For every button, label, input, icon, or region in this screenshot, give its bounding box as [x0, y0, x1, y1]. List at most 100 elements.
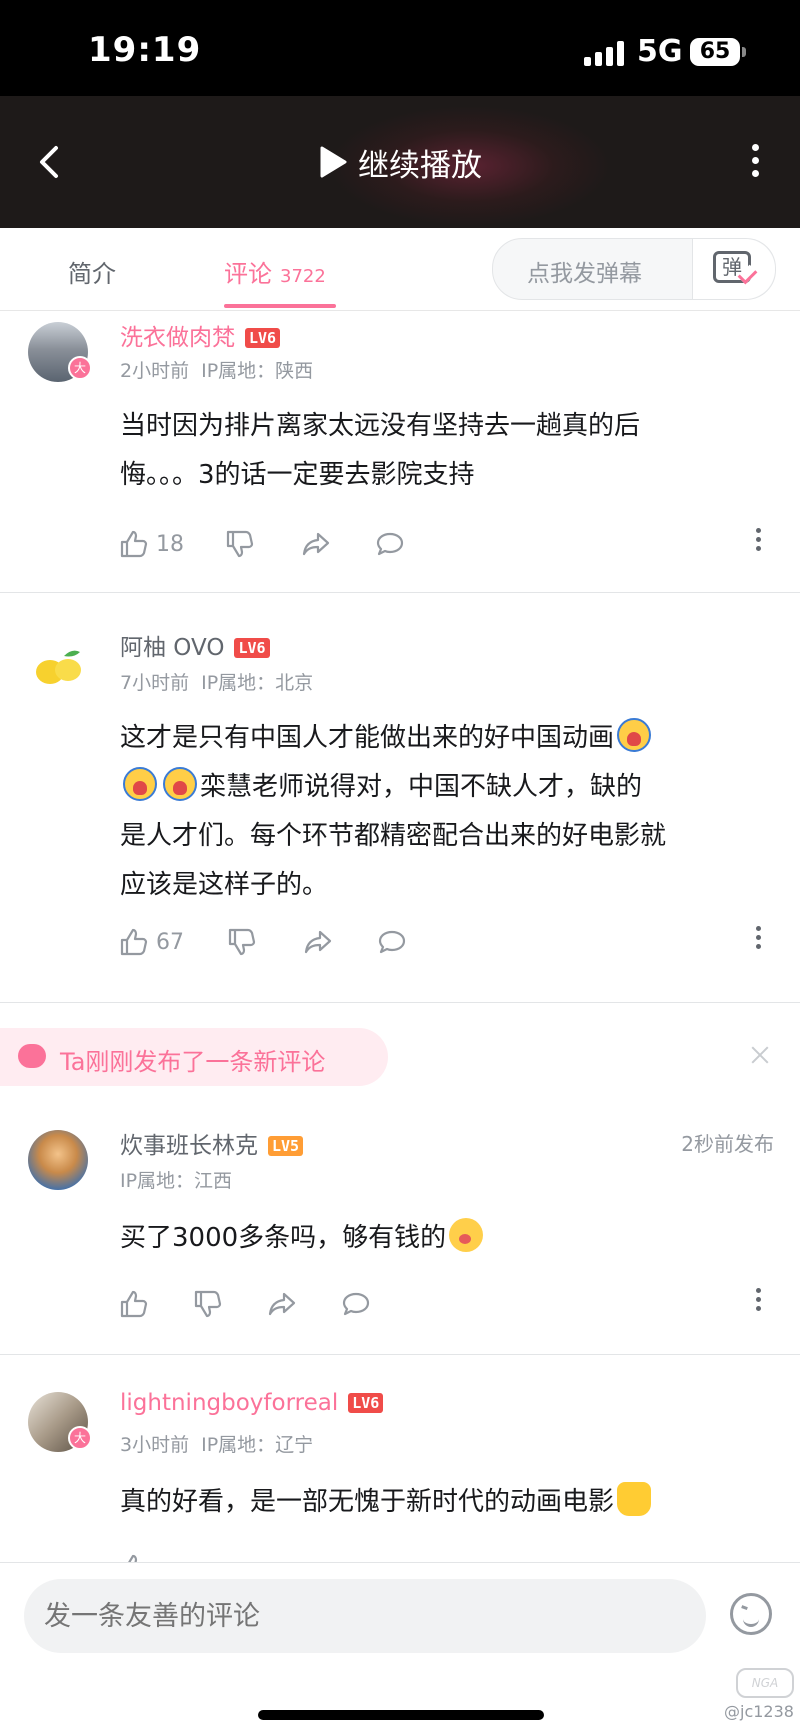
- level-badge: LV6: [245, 328, 281, 348]
- thumbs-down-icon: [228, 928, 256, 956]
- new-comment-notice[interactable]: Ta刚刚发布了一条新评论: [0, 1028, 388, 1086]
- username-text: 炊事班长林克: [120, 1133, 258, 1159]
- more-options-icon[interactable]: [748, 144, 762, 184]
- dislike-button[interactable]: [226, 922, 258, 962]
- reply-button[interactable]: [340, 1284, 372, 1324]
- comment-line-text: 买了3000多条吗，够有钱的: [120, 1223, 447, 1253]
- thumbs-up-icon: [120, 1290, 148, 1318]
- dislike-button[interactable]: [192, 1284, 224, 1324]
- share-icon: [304, 930, 332, 954]
- crying-emoji-icon: [163, 767, 197, 801]
- reply-button[interactable]: [376, 922, 408, 962]
- status-time: 19:19: [88, 30, 202, 70]
- comment-line-text: 栾慧老师说得对，中国不缺人才，缺的: [200, 772, 643, 802]
- watermark-logo: NGA: [736, 1668, 794, 1698]
- tab-intro[interactable]: 简介: [68, 254, 116, 289]
- watermark-handle: @jc1238: [724, 1702, 794, 1721]
- posted-time: 2秒前发布: [681, 1132, 774, 1156]
- comment-ip: IP属地：江西: [120, 1170, 233, 1192]
- divider: [0, 1002, 800, 1003]
- username-text: lightningboyforreal: [120, 1390, 339, 1416]
- comment-meta: IP属地：江西: [120, 1166, 232, 1193]
- divider: [0, 1354, 800, 1355]
- comment-line: 应该是这样子的。: [120, 870, 329, 900]
- like-button[interactable]: 18: [118, 524, 184, 564]
- level-badge: LV6: [348, 1393, 384, 1413]
- like-button[interactable]: [118, 1284, 150, 1324]
- comment-item: 阿柚 OVO LV6 7小时前 IP属地：北京 这才是只有中国人才能做出来的好中国动…: [0, 622, 800, 1002]
- comment-count: 3722: [280, 266, 326, 287]
- comment-text: 买了3000多条吗，够有钱的: [120, 1214, 770, 1263]
- comment-ip: IP属地：陕西: [201, 360, 314, 382]
- like-button[interactable]: [118, 1548, 150, 1562]
- thumbs-up-emoji-icon: [617, 1482, 652, 1516]
- thumbs-up-icon: [128, 1554, 138, 1562]
- comment-more-icon[interactable]: [756, 1288, 764, 1315]
- avatar-badge: 大: [68, 1426, 92, 1450]
- comment-actions: [118, 1548, 778, 1562]
- close-icon[interactable]: [748, 1044, 772, 1068]
- level-badge: LV6: [234, 638, 270, 658]
- video-player-header: 继续播放: [0, 96, 800, 228]
- network-type: 5G: [637, 34, 683, 69]
- comment-line: 栾慧老师说得对，中国不缺人才，缺的: [120, 763, 770, 812]
- share-icon: [268, 1292, 296, 1316]
- reply-icon: [376, 532, 404, 556]
- danmaku-toggle-button[interactable]: 弹: [692, 239, 775, 299]
- danmaku-input[interactable]: 点我发弹幕 弹: [492, 238, 776, 300]
- level-badge: LV5: [268, 1136, 304, 1156]
- username-text: 阿柚 OVO: [120, 635, 225, 661]
- active-tab-indicator: [224, 304, 336, 308]
- tab-comments[interactable]: 评论 3722: [224, 254, 326, 289]
- comment-actions: 67: [118, 922, 778, 962]
- comment-time: 3小时前: [120, 1434, 190, 1456]
- username-text: 洗衣做肉梵: [120, 325, 235, 351]
- crying-emoji-icon: [617, 718, 652, 752]
- lemon-avatar-icon: [36, 650, 81, 684]
- comment-line: 是人才们。每个环节都精密配合出来的好电影就: [120, 821, 667, 851]
- username[interactable]: 洗衣做肉梵 LV6: [120, 318, 281, 352]
- comment-line-text: 这才是只有中国人才能做出来的好中国动画: [120, 723, 615, 753]
- crying-emoji-icon: [123, 767, 157, 801]
- comment-meta: 7小时前 IP属地：北京: [120, 668, 313, 695]
- battery-icon: 65: [690, 38, 740, 66]
- share-button[interactable]: [302, 922, 334, 962]
- comment-more-icon[interactable]: [756, 926, 764, 953]
- share-button[interactable]: [300, 524, 332, 564]
- thumbs-down-icon: [194, 1290, 222, 1318]
- comment-meta: 2小时前 IP属地：陕西: [120, 356, 313, 383]
- username[interactable]: 炊事班长林克 LV5: [120, 1126, 304, 1160]
- home-indicator[interactable]: [258, 1710, 544, 1720]
- emoji-picker-icon[interactable]: [730, 1593, 772, 1635]
- like-count: 18: [156, 531, 184, 557]
- like-button[interactable]: 67: [118, 922, 184, 962]
- tab-bar: 简介 评论 3722 点我发弹幕 弹: [0, 228, 800, 311]
- share-icon: [302, 532, 330, 556]
- thumbs-down-icon: [226, 530, 254, 558]
- comment-ip: IP属地：北京: [201, 672, 314, 694]
- reply-button[interactable]: [374, 524, 406, 564]
- comment-ip: IP属地：辽宁: [201, 1434, 314, 1456]
- share-button[interactable]: [266, 1284, 298, 1324]
- drooling-emoji-icon: [449, 1218, 484, 1252]
- continue-play-button[interactable]: 继续播放: [318, 140, 482, 184]
- dislike-button[interactable]: [224, 524, 256, 564]
- comment-line-text: 真的好看，是一部无愧于新时代的动画电影: [120, 1487, 615, 1517]
- bottom-comment-bar: [0, 1562, 800, 1732]
- comment-actions: [118, 1284, 778, 1324]
- username[interactable]: 阿柚 OVO LV6: [120, 628, 270, 662]
- danmaku-placeholder: 点我发弹幕: [527, 261, 642, 287]
- avatar[interactable]: [28, 1130, 88, 1190]
- comment-input[interactable]: [24, 1579, 706, 1653]
- comment-more-icon[interactable]: [756, 528, 764, 555]
- thumbs-up-icon: [120, 530, 148, 558]
- username[interactable]: lightningboyforreal LV6: [120, 1390, 384, 1416]
- comment-text: 这才是只有中国人才能做出来的好中国动画 栾慧老师说得对，中国不缺人才，缺的 是人…: [120, 714, 770, 910]
- comment-time: 2小时前: [120, 360, 190, 382]
- comment-text: 当时因为排片离家太远没有坚持去一趟真的后 悔。。。3的话一定要去影院支持: [120, 402, 770, 500]
- back-arrow-icon[interactable]: [30, 142, 70, 182]
- continue-play-label: 继续播放: [358, 147, 482, 184]
- avatar[interactable]: [28, 634, 88, 694]
- signal-icon: [584, 40, 626, 66]
- comment-meta: 3小时前 IP属地：辽宁: [120, 1430, 313, 1457]
